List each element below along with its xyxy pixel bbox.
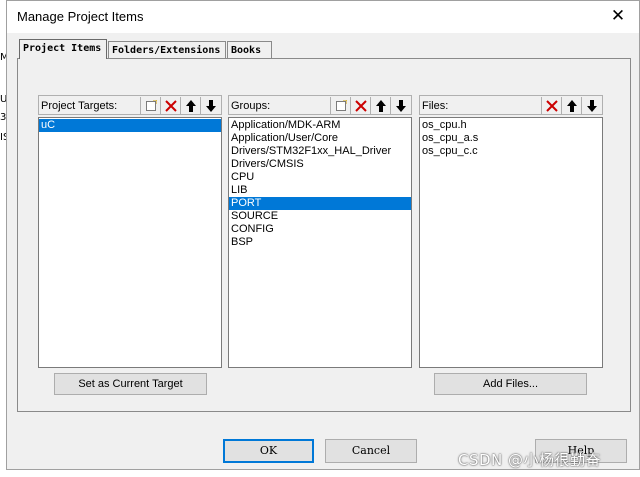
tab-folders-extensions[interactable]: Folders/Extensions (108, 41, 226, 58)
cancel-button[interactable]: Cancel (325, 439, 417, 463)
new-group-icon[interactable] (330, 97, 350, 114)
delete-target-icon[interactable] (160, 97, 180, 114)
set-as-current-target-button[interactable]: Set as Current Target (54, 373, 207, 395)
csdn-watermark: CSDN @小杨很勤奋 (458, 451, 602, 469)
project-targets-header: Project Targets: (38, 95, 222, 115)
dialog-title: Manage Project Items (17, 9, 144, 24)
list-item[interactable]: os_cpu_a.s (420, 132, 602, 145)
project-targets-group: Project Targets: uC (38, 95, 222, 368)
project-targets-label: Project Targets: (41, 100, 118, 112)
move-up-icon[interactable] (180, 97, 200, 114)
list-item[interactable]: Drivers/STM32F1xx_HAL_Driver (229, 145, 411, 158)
list-item[interactable]: PORT (229, 197, 411, 210)
list-item[interactable]: os_cpu.h (420, 119, 602, 132)
groups-header: Groups: (228, 95, 412, 115)
project-targets-list[interactable]: uC (38, 117, 222, 368)
files-label: Files: (422, 100, 449, 112)
tab-project-items[interactable]: Project Items (19, 39, 107, 59)
move-up-icon[interactable] (561, 97, 581, 114)
list-item[interactable]: Application/User/Core (229, 132, 411, 145)
move-up-icon[interactable] (370, 97, 390, 114)
title-bar: Manage Project Items ✕ (7, 1, 639, 33)
manage-project-items-dialog: Manage Project Items ✕ Project Items Fol… (6, 0, 640, 470)
groups-group: Groups: Application/MDK-ARM Application/… (228, 95, 412, 368)
list-item[interactable]: SOURCE (229, 210, 411, 223)
list-item[interactable]: BSP (229, 236, 411, 249)
move-down-icon[interactable] (200, 97, 220, 114)
list-item[interactable]: os_cpu_c.c (420, 145, 602, 158)
project-targets-toolbar (140, 97, 220, 114)
list-item[interactable]: CPU (229, 171, 411, 184)
files-header: Files: (419, 95, 603, 115)
new-target-icon[interactable] (140, 97, 160, 114)
groups-label: Groups: (231, 100, 271, 112)
files-list[interactable]: os_cpu.h os_cpu_a.s os_cpu_c.c (419, 117, 603, 368)
delete-file-icon[interactable] (541, 97, 561, 114)
move-down-icon[interactable] (581, 97, 601, 114)
tab-books[interactable]: Books (227, 41, 272, 58)
files-toolbar (541, 97, 601, 114)
list-item[interactable]: CONFIG (229, 223, 411, 236)
files-group: Files: os_cpu.h os_cpu_a.s os_cpu_c.c (419, 95, 603, 368)
list-item[interactable]: LIB (229, 184, 411, 197)
close-icon[interactable]: ✕ (607, 5, 629, 27)
groups-list[interactable]: Application/MDK-ARM Application/User/Cor… (228, 117, 412, 368)
groups-toolbar (330, 97, 410, 114)
tab-panel-project-items: Project Targets: uC Groups: Application/… (17, 58, 631, 412)
list-item[interactable]: Drivers/CMSIS (229, 158, 411, 171)
add-files-button[interactable]: Add Files... (434, 373, 587, 395)
list-item[interactable]: Application/MDK-ARM (229, 119, 411, 132)
delete-group-icon[interactable] (350, 97, 370, 114)
list-item[interactable]: uC (39, 119, 221, 132)
move-down-icon[interactable] (390, 97, 410, 114)
ok-button[interactable]: OK (223, 439, 314, 463)
